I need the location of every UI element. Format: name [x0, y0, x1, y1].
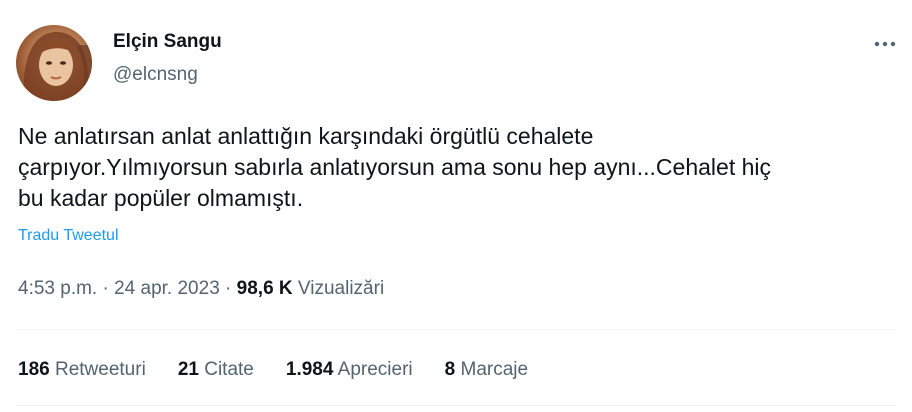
tweet-time[interactable]: 4:53 p.m. [18, 278, 97, 299]
engagement-stats: 186 Retweeturi 21 Citate 1.984 Aprecieri… [18, 359, 560, 381]
translate-tweet-link[interactable]: Tradu Tweetul [18, 227, 119, 245]
stat-count: 8 [444, 359, 456, 380]
stat-quotes[interactable]: 21 Citate [178, 359, 254, 381]
stat-label: Aprecieri [337, 359, 413, 380]
more-horizontal-icon [874, 41, 896, 47]
meta-separator: · [225, 278, 232, 299]
stat-label: Retweeturi [54, 359, 146, 380]
avatar-photo-icon [23, 31, 92, 101]
author-handle[interactable]: @elcnsng [113, 64, 198, 86]
stat-count: 21 [177, 359, 199, 380]
author-avatar[interactable] [16, 25, 92, 101]
divider [16, 329, 896, 330]
author-display-name[interactable]: Elçin Sangu [113, 31, 222, 53]
meta-separator: · [102, 278, 109, 299]
tweet-meta: 4:53 p.m. · 24 apr. 2023 · 98,6 K Vizual… [18, 278, 384, 300]
stat-likes[interactable]: 1.984 Aprecieri [286, 359, 413, 381]
stat-label: Marcaje [460, 359, 529, 380]
stat-bookmarks[interactable]: 8 Marcaje [445, 359, 528, 381]
stat-count: 186 [18, 359, 50, 380]
tweet-detail: Elçin Sangu @elcnsng Ne anlatırsan anlat… [0, 0, 912, 412]
stat-count: 1.984 [285, 359, 334, 380]
stat-label: Citate [204, 359, 254, 380]
views-label: Vizualizări [297, 278, 385, 299]
more-options-button[interactable] [868, 30, 902, 58]
stat-retweets[interactable]: 186 Retweeturi [18, 359, 146, 381]
tweet-date[interactable]: 24 apr. 2023 [114, 278, 220, 299]
views-count: 98,6 K [236, 278, 293, 299]
tweet-text: Ne anlatırsan anlat anlattığın karşındak… [18, 123, 772, 211]
divider [16, 405, 896, 406]
